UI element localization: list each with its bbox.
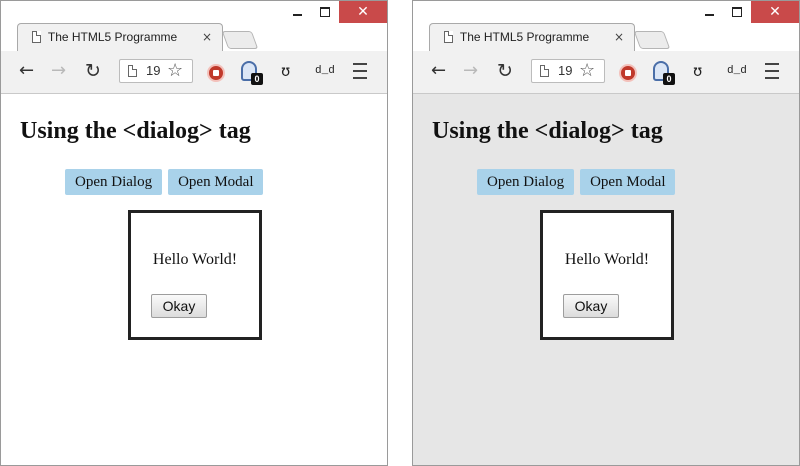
browser-tab[interactable]: The HTML5 Programme × — [17, 23, 223, 51]
title-bar: The HTML5 Programme × ✕ — [413, 1, 799, 51]
open-modal-button[interactable]: Open Modal — [168, 169, 264, 195]
text-extension-icon[interactable]: d_d — [727, 65, 747, 77]
minimize-icon — [292, 14, 302, 16]
extension-badge: 0 — [663, 73, 675, 85]
new-tab-button[interactable] — [221, 31, 259, 49]
menu-icon[interactable] — [353, 63, 367, 79]
text-extension-icon[interactable]: d_d — [315, 65, 335, 77]
page-icon — [540, 65, 549, 77]
button-row: Open Dialog Open Modal — [65, 169, 264, 195]
forward-arrow-icon[interactable]: → — [51, 61, 66, 81]
close-icon: ✕ — [769, 4, 781, 20]
okay-button[interactable]: Okay — [563, 294, 619, 318]
okay-button[interactable]: Okay — [151, 294, 207, 318]
tab-title: The HTML5 Programme — [459, 30, 590, 44]
reload-icon[interactable]: ↻ — [85, 61, 101, 81]
bookmark-star-icon[interactable]: ☆ — [167, 60, 183, 81]
title-bar: The HTML5 Programme × ✕ — [1, 1, 387, 51]
page-icon — [128, 65, 137, 77]
tab-close-icon[interactable]: × — [202, 30, 212, 44]
maximize-icon — [320, 7, 330, 17]
menu-icon[interactable] — [765, 63, 779, 79]
dialog-box: Hello World! Okay — [128, 210, 262, 340]
back-arrow-icon[interactable]: ← — [431, 61, 446, 81]
maximize-icon — [732, 7, 742, 17]
maximize-button[interactable] — [723, 1, 751, 23]
minimize-icon — [704, 14, 714, 16]
minimize-button[interactable] — [283, 1, 311, 23]
open-modal-button[interactable]: Open Modal — [580, 169, 676, 195]
open-dialog-button[interactable]: Open Dialog — [477, 169, 575, 195]
dialog-message: Hello World! — [152, 251, 238, 268]
forward-arrow-icon[interactable]: → — [463, 61, 478, 81]
reload-icon[interactable]: ↻ — [497, 61, 513, 81]
address-text: 19 — [146, 63, 161, 78]
extension-badge: 0 — [251, 73, 263, 85]
open-dialog-button[interactable]: Open Dialog — [65, 169, 163, 195]
face-extension-icon[interactable]: ʊ — [281, 62, 290, 80]
browser-toolbar: ← → ↻ 19 ☆ 0 ʊ d_d — [1, 51, 387, 94]
page-icon — [444, 31, 453, 43]
face-extension-icon[interactable]: ʊ — [693, 62, 702, 80]
dialog-message: Hello World! — [564, 251, 650, 268]
page-icon — [32, 31, 41, 43]
page-viewport-modal-backdrop: Using the <dialog> tag Open Dialog Open … — [413, 94, 799, 465]
close-icon: ✕ — [357, 4, 369, 20]
tab-title: The HTML5 Programme — [47, 30, 178, 44]
minimize-button[interactable] — [695, 1, 723, 23]
browser-tab[interactable]: The HTML5 Programme × — [429, 23, 635, 51]
modal-dialog-box: Hello World! Okay — [540, 210, 674, 340]
stop-extension-icon[interactable] — [619, 64, 637, 82]
close-window-button[interactable]: ✕ — [751, 1, 799, 23]
page-viewport: Using the <dialog> tag Open Dialog Open … — [1, 94, 387, 465]
maximize-button[interactable] — [311, 1, 339, 23]
page-heading: Using the <dialog> tag — [20, 118, 251, 144]
back-arrow-icon[interactable]: ← — [19, 61, 34, 81]
browser-window-left: The HTML5 Programme × ✕ ← → ↻ 19 ☆ 0 ʊ d… — [0, 0, 388, 466]
tab-close-icon[interactable]: × — [614, 30, 624, 44]
browser-toolbar: ← → ↻ 19 ☆ 0 ʊ d_d — [413, 51, 799, 94]
button-row: Open Dialog Open Modal — [477, 169, 676, 195]
page-heading: Using the <dialog> tag — [432, 118, 663, 144]
close-window-button[interactable]: ✕ — [339, 1, 387, 23]
address-text: 19 — [558, 63, 573, 78]
stop-extension-icon[interactable] — [207, 64, 225, 82]
new-tab-button[interactable] — [633, 31, 671, 49]
bookmark-star-icon[interactable]: ☆ — [579, 60, 595, 81]
browser-window-right: The HTML5 Programme × ✕ ← → ↻ 19 ☆ 0 ʊ d… — [412, 0, 800, 466]
